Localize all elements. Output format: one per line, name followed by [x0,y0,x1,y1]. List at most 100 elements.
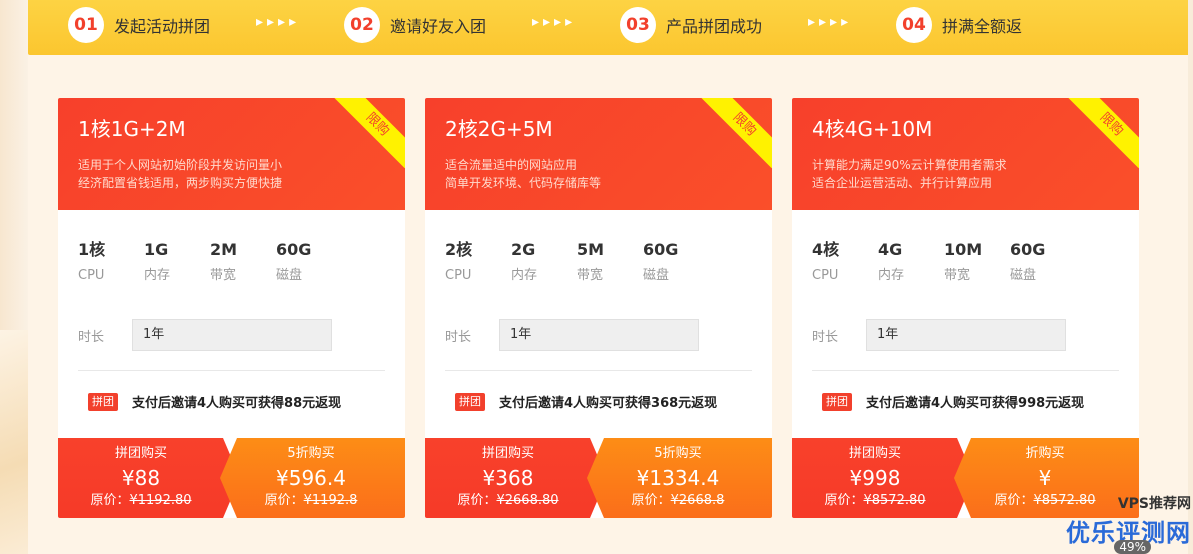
spec-label: CPU [445,268,472,283]
discount-buy-button[interactable]: 5折购买 ¥596.4 原价：¥1192.8 [220,438,405,518]
card-desc-line: 适用于个人网站初始阶段并发访问量小 [78,158,283,172]
spec-bandwidth: 10M 带宽 [944,240,1010,284]
spec-value: 2核 [445,240,473,259]
step-number: 03 [620,7,656,43]
original-price: 原价：¥1192.8 [226,492,396,510]
spec-disk: 60G 磁盘 [1010,240,1076,284]
original-price-label: 原价： [90,493,130,508]
card-description: 计算能力满足90%云计算使用者需求 适合企业运营活动、并行计算应用 [812,156,1119,192]
group-tag: 拼团 [88,392,118,411]
spec-value: 2G [511,240,536,259]
spec-value: 4G [878,240,903,259]
spec-memory: 2G 内存 [511,240,577,284]
buy-price: ¥88 [121,466,161,490]
group-buy-info: 拼团 支付后邀请4人购买可获得368元返现 [455,392,717,411]
spec-cpu: 1核 CPU [78,240,144,284]
step-2: 02 邀请好友入团 [344,7,486,43]
original-price-value: ¥1192.80 [129,493,192,508]
spec-value: 1核 [78,240,106,259]
duration-label: 时长 [812,329,839,345]
buy-price: ¥998 [849,466,901,490]
buy-price: ¥596.4 [276,466,346,490]
group-buy-button[interactable]: 拼团购买 ¥368 原价：¥2668.80 [425,438,607,518]
spec-value: 5M [577,240,605,259]
group-text: 支付后邀请4人购买可获得368元返现 [499,396,718,411]
card-desc-line: 适合流量适中的网站应用 [445,158,578,172]
duration-select[interactable]: 1年 [132,319,332,351]
step-arrows: ▸▸▸▸ [808,14,853,30]
buy-label: 拼团购买 [848,446,901,461]
specs: 2核 CPU 2G 内存 5M 带宽 60G 磁盘 [445,240,709,284]
spec-value: 60G [1010,240,1046,259]
spec-value: 2M [210,240,238,259]
spec-cpu: 4核 CPU [812,240,878,284]
group-buy-info: 拼团 支付后邀请4人购买可获得998元返现 [822,392,1084,411]
duration-select[interactable]: 1年 [866,319,1066,351]
group-tag: 拼团 [822,392,852,411]
buy-label: 5折购买 [654,446,702,461]
spec-label: 带宽 [944,268,971,283]
group-buy-button[interactable]: 拼团购买 ¥998 原价：¥8572.80 [792,438,974,518]
step-number: 01 [68,7,104,43]
buy-price: ¥1334.4 [636,466,720,490]
spec-label: 内存 [511,268,538,283]
progress-badge: 49% [1114,540,1151,554]
specs: 4核 CPU 4G 内存 10M 带宽 60G 磁盘 [812,240,1076,284]
product-card: 1核1G+2M 适用于个人网站初始阶段并发访问量小 经济配置省钱适用，两步购买方… [58,98,405,518]
duration-row: 时长 1年 [78,319,332,351]
step-label: 拼满全额返 [942,17,1023,36]
buy-price: ¥368 [482,466,534,490]
step-number: 02 [344,7,380,43]
original-price-value: ¥2668.8 [670,493,725,508]
spec-value: 1G [144,240,169,259]
card-title: 1核1G+2M [78,117,186,141]
duration-select[interactable]: 1年 [499,319,699,351]
step-4: 04 拼满全额返 [896,7,1022,43]
site-watermark: VPS推荐网 优乐评测网 49% [1066,493,1191,554]
original-price: 原价：¥8572.80 [792,492,970,510]
original-price-label: 原价： [994,493,1034,508]
card-title: 2核2G+5M [445,117,553,141]
discount-buy-button[interactable]: 5折购买 ¥1334.4 原价：¥2668.8 [587,438,772,518]
specs: 1核 CPU 1G 内存 2M 带宽 60G 磁盘 [78,240,342,284]
step-arrows: ▸▸▸▸ [256,14,301,30]
original-price-value: ¥1192.8 [303,493,358,508]
step-number: 04 [896,7,932,43]
step-arrows: ▸▸▸▸ [532,14,577,30]
spec-value: 4核 [812,240,840,259]
step-label: 产品拼团成功 [666,17,763,36]
spec-label: CPU [78,268,105,283]
original-price-value: ¥2668.80 [496,493,559,508]
product-card: 4核4G+10M 计算能力满足90%云计算使用者需求 适合企业运营活动、并行计算… [792,98,1139,518]
buy-label: 拼团购买 [114,446,167,461]
original-price: 原价：¥2668.80 [425,492,603,510]
spec-label: CPU [812,268,839,283]
spec-label: 磁盘 [643,268,670,283]
spec-label: 带宽 [577,268,604,283]
spec-value: 60G [276,240,312,259]
group-buy-button[interactable]: 拼团购买 ¥88 原价：¥1192.80 [58,438,240,518]
buy-label: 拼团购买 [481,446,534,461]
original-price: 原价：¥2668.8 [593,492,763,510]
card-desc-line: 简单开发环境、代码存储库等 [445,176,602,190]
group-text: 支付后邀请4人购买可获得88元返现 [132,396,342,411]
card-desc-line: 经济配置省钱适用，两步购买方便快捷 [78,176,283,190]
original-price-label: 原价： [631,493,671,508]
buy-buttons: 拼团购买 ¥88 原价：¥1192.80 5折购买 ¥596.4 原价：¥119… [58,438,405,518]
product-card: 2核2G+5M 适合流量适中的网站应用 简单开发环境、代码存储库等 限购 2核 C… [425,98,772,518]
card-header: 1核1G+2M 适用于个人网站初始阶段并发访问量小 经济配置省钱适用，两步购买方… [58,98,405,210]
divider [445,370,752,371]
spec-label: 带宽 [210,268,237,283]
duration-label: 时长 [78,329,105,345]
step-3: 03 产品拼团成功 [620,7,762,43]
spec-memory: 1G 内存 [144,240,210,284]
group-tag: 拼团 [455,392,485,411]
original-price-label: 原价： [457,493,497,508]
card-desc-line: 适合企业运营活动、并行计算应用 [812,176,993,190]
duration-label: 时长 [445,329,472,345]
spec-disk: 60G 磁盘 [276,240,342,284]
spec-label: 磁盘 [1010,268,1037,283]
card-title: 4核4G+10M [812,117,933,141]
spec-label: 内存 [144,268,171,283]
group-text: 支付后邀请4人购买可获得998元返现 [866,396,1085,411]
